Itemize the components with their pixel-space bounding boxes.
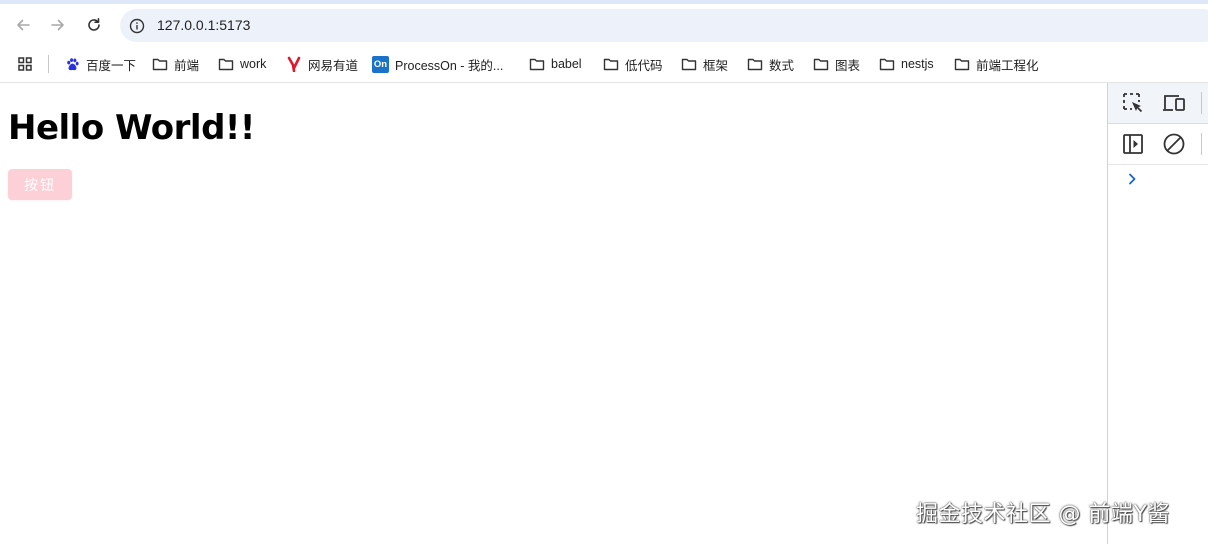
device-toolbar-button[interactable]	[1161, 90, 1187, 116]
folder-icon	[879, 56, 895, 72]
devtools-separator	[1201, 92, 1202, 114]
youdao-icon	[286, 56, 302, 72]
back-button[interactable]	[8, 10, 38, 40]
folder-icon	[152, 56, 168, 72]
bookmark-folder-work[interactable]: work	[218, 54, 266, 74]
device-toolbar-icon	[1163, 95, 1185, 111]
bookmark-folder-nestjs[interactable]: nestjs	[879, 54, 934, 74]
bookmark-folder-framework[interactable]: 框架	[681, 54, 728, 74]
forward-button[interactable]	[43, 10, 73, 40]
page-heading: Hello World!!	[8, 108, 255, 148]
bookmark-folder-charts[interactable]: 图表	[813, 54, 860, 74]
reload-button[interactable]	[79, 10, 109, 40]
devtools-toolbar	[1108, 83, 1208, 124]
bookmark-processon[interactable]: On ProcessOn - 我的...	[372, 54, 503, 74]
bookmark-label: 框架	[703, 58, 729, 73]
bookmark-label: 百度一下	[86, 58, 137, 73]
devtools-panel	[1107, 83, 1208, 544]
primary-button[interactable]: 按钮	[8, 169, 72, 200]
baidu-paw-icon	[64, 56, 80, 72]
browser-toolbar: 127.0.0.1:5173	[0, 4, 1208, 46]
apps-grid-icon	[18, 57, 32, 71]
folder-icon	[681, 56, 697, 72]
watermark-text: 掘金技术社区 @ 前端Y酱	[916, 502, 1170, 527]
bookmark-label: nestjs	[901, 57, 934, 71]
console-toolbar	[1108, 124, 1208, 165]
inspect-element-button[interactable]	[1120, 90, 1146, 116]
bookmark-folder-lowcode[interactable]: 低代码	[603, 54, 663, 74]
arrow-right-icon	[51, 19, 64, 31]
inspect-element-icon	[1123, 93, 1143, 113]
bookmark-label: 低代码	[625, 58, 663, 73]
bookmark-folder-engineering[interactable]: 前端工程化	[954, 54, 1039, 74]
bookmark-baidu[interactable]: 百度一下	[64, 54, 136, 74]
folder-icon	[954, 56, 970, 72]
bookmark-label: work	[240, 57, 267, 71]
sidebar-toggle-icon	[1123, 134, 1143, 154]
devtools-separator	[1201, 133, 1202, 155]
chevron-right-icon[interactable]	[1124, 171, 1140, 187]
folder-icon	[603, 56, 619, 72]
bookmark-label: 前端	[174, 58, 200, 73]
processon-icon: On	[372, 55, 389, 73]
info-icon[interactable]	[128, 17, 146, 35]
folder-icon	[747, 56, 763, 72]
bookmark-folder-babel[interactable]: babel	[529, 54, 582, 74]
bookmark-youdao[interactable]: 网易有道	[286, 54, 358, 74]
bookmark-label: 数式	[769, 58, 795, 73]
bookmark-folder-shushi[interactable]: 数式	[747, 54, 794, 74]
sidebar-toggle-button[interactable]	[1120, 131, 1146, 157]
clear-console-icon	[1163, 133, 1185, 155]
bookmark-label: babel	[551, 57, 582, 71]
reload-icon	[88, 18, 100, 31]
url-text: 127.0.0.1:5173	[157, 17, 251, 33]
bookmark-label: ProcessOn - 我的...	[395, 58, 504, 73]
address-bar[interactable]: 127.0.0.1:5173	[120, 9, 1208, 42]
page-viewport: Hello World!! 按钮	[0, 83, 1107, 544]
apps-button[interactable]	[17, 54, 33, 74]
bookmark-label: 前端工程化	[976, 58, 1039, 73]
folder-icon	[813, 56, 829, 72]
bookmark-folder-frontend[interactable]: 前端	[152, 54, 199, 74]
arrow-left-icon	[17, 19, 30, 31]
folder-icon	[218, 56, 234, 72]
bookmarks-separator	[48, 55, 49, 73]
folder-icon	[529, 56, 545, 72]
bookmark-label: 网易有道	[308, 58, 359, 73]
bookmarks-bar: 百度一下 前端 work 网易有道 On ProcessOn - 我的... b…	[0, 46, 1208, 83]
bookmark-label: 图表	[835, 58, 861, 73]
clear-console-button[interactable]	[1161, 131, 1187, 157]
